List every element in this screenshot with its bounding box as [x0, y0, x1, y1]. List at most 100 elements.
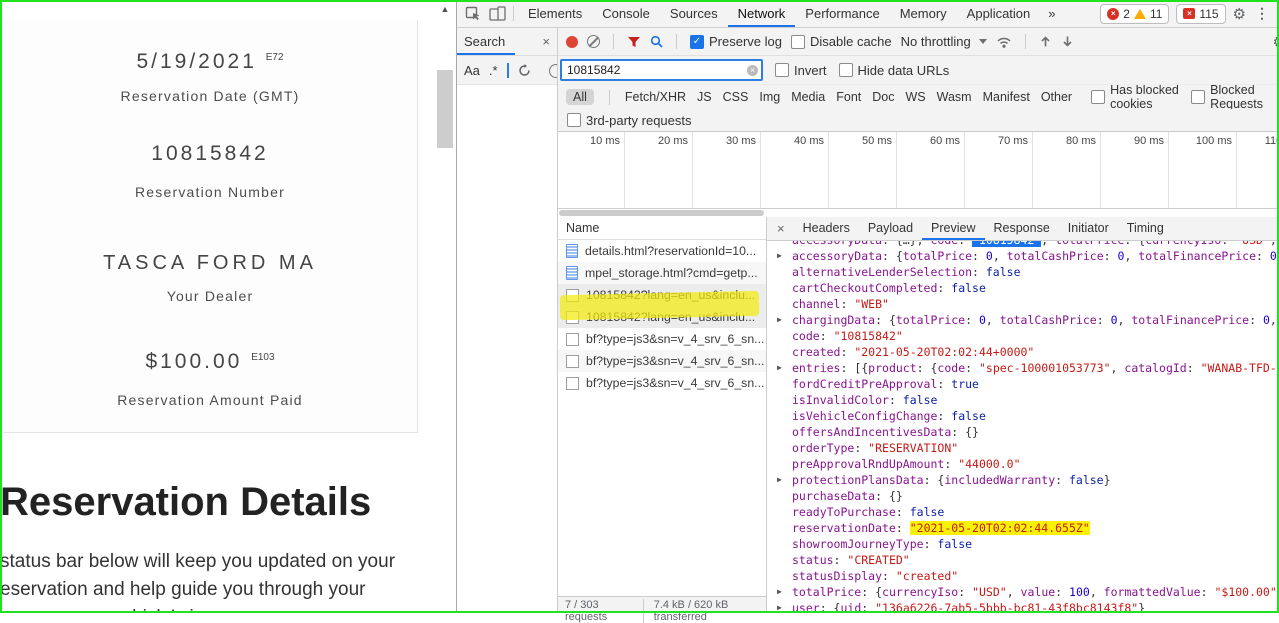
checkbox-unchecked-icon [839, 63, 853, 77]
tab-console[interactable]: Console [592, 0, 660, 27]
filter-type-ws[interactable]: WS [905, 90, 925, 104]
network-request-row[interactable]: details.html?reservationId=10... [558, 240, 766, 262]
network-request-row[interactable]: 10815842?lang=en_us&inclu... [558, 284, 766, 306]
json-property-line[interactable]: ▶totalPrice: {currencyIso: "USD", value:… [767, 584, 1279, 600]
request-list-pane: Name details.html?reservationId=10... mpe… [558, 217, 767, 613]
network-request-row[interactable]: mpel_storage.html?cmd=getp... [558, 262, 766, 284]
amount-paid-value: $100.00 E103 [3, 350, 417, 374]
expand-arrow-icon[interactable]: ▶ [777, 248, 782, 264]
hide-data-urls-checkbox[interactable]: Hide data URLs [839, 63, 950, 78]
search-pane-toolbar: Aa .* [457, 56, 557, 85]
import-har-icon[interactable] [1039, 35, 1052, 48]
expand-arrow-icon[interactable]: ▶ [777, 472, 782, 488]
json-property-line: code: "10815842" [767, 328, 1279, 344]
close-detail-icon[interactable]: × [767, 221, 794, 236]
preserve-log-checkbox[interactable]: ✓ Preserve log [690, 34, 782, 49]
has-blocked-cookies-checkbox[interactable]: Has blocked cookies [1091, 85, 1180, 109]
match-case-button[interactable]: Aa [464, 63, 480, 78]
tab-performance[interactable]: Performance [795, 0, 889, 27]
tab-sources[interactable]: Sources [660, 0, 728, 27]
json-property-line[interactable]: ▶accessoryData: {totalPrice: 0, totalCas… [767, 248, 1279, 264]
scrollbar-up-arrow-icon[interactable]: ▲ [434, 4, 456, 14]
kebab-menu-icon[interactable]: ⋮ [1253, 5, 1271, 22]
tab-elements[interactable]: Elements [518, 0, 592, 27]
search-pane-close-icon[interactable]: × [542, 34, 550, 49]
json-property-line: channel: "WEB" [767, 296, 1279, 312]
device-toolbar-icon[interactable] [485, 2, 509, 26]
throttling-select[interactable]: No throttling [901, 34, 987, 49]
scrollbar-thumb[interactable] [437, 70, 453, 148]
clear-network-log-icon[interactable] [587, 35, 600, 48]
file-icon [566, 333, 579, 346]
search-input-caret[interactable] [507, 63, 509, 78]
filter-type-media[interactable]: Media [791, 90, 825, 104]
json-property-line[interactable]: ▶entries: [{product: {code: "spec-100001… [767, 360, 1279, 376]
preview-json-tree: accessoryData: {…}, code: "10815842", to… [767, 241, 1279, 613]
filter-type-wasm[interactable]: Wasm [937, 90, 972, 104]
blocked-requests-checkbox[interactable]: Blocked Requests [1191, 85, 1271, 109]
json-property-line[interactable]: ▶chargingData: {totalPrice: 0, totalCash… [767, 312, 1279, 328]
intro-paragraph: status bar below will keep you updated o… [0, 548, 434, 613]
detail-tab-response[interactable]: Response [985, 217, 1059, 240]
transferred-size: 7.4 kB / 620 kB transferred [643, 599, 766, 623]
filter-type-css[interactable]: CSS [723, 90, 749, 104]
preserve-log-label: Preserve log [709, 34, 782, 49]
search-refresh-icon[interactable] [518, 64, 531, 77]
filter-type-doc[interactable]: Doc [872, 90, 894, 104]
json-property-line[interactable]: ▶user: {uid: "136a6226-7ab5-5bbb-bc81-43… [767, 600, 1279, 613]
network-conditions-icon[interactable] [996, 35, 1012, 49]
filter-type-other[interactable]: Other [1041, 90, 1072, 104]
json-property-line: preApprovalRndUpAmount: "44000.0" [767, 456, 1279, 472]
detail-tab-timing[interactable]: Timing [1118, 217, 1173, 240]
search-pane-title[interactable]: Search [464, 34, 505, 49]
network-request-row[interactable]: bf?type=js3&sn=v_4_srv_6_sn... [558, 350, 766, 372]
export-har-icon[interactable] [1061, 35, 1074, 48]
request-name: details.html?reservationId=10... [585, 244, 756, 258]
timeline-overview[interactable]: 10 ms20 ms30 ms40 ms50 ms60 ms70 ms80 ms… [558, 132, 1279, 209]
filter-type-img[interactable]: Img [759, 90, 780, 104]
json-property-line[interactable]: ▶protectionPlansData: {includedWarranty:… [767, 472, 1279, 488]
tab-memory[interactable]: Memory [890, 0, 957, 27]
issues-badge[interactable]: × 115 [1176, 4, 1225, 24]
settings-gear-icon[interactable]: ⚙ [1233, 5, 1246, 23]
third-party-row: 3rd-party requests [558, 109, 1279, 132]
filter-input[interactable]: 10815842 × [560, 59, 763, 81]
overview-scrollbar-thumb[interactable] [559, 210, 764, 216]
filter-type-all[interactable]: All [566, 89, 594, 105]
console-errors-warnings-badge[interactable]: × 2 11 [1100, 4, 1169, 24]
filter-type-manifest[interactable]: Manifest [983, 90, 1030, 104]
timeline-tick: 50 ms [829, 132, 897, 208]
third-party-checkbox[interactable]: 3rd-party requests [567, 113, 692, 128]
detail-tab-payload[interactable]: Payload [859, 217, 922, 240]
detail-tab-initiator[interactable]: Initiator [1059, 217, 1118, 240]
disable-cache-checkbox[interactable]: Disable cache [791, 34, 892, 49]
search-magnifier-icon[interactable] [650, 35, 663, 48]
filter-type-font[interactable]: Font [836, 90, 861, 104]
filter-type-fetch-xhr[interactable]: Fetch/XHR [625, 90, 686, 104]
filter-funnel-icon[interactable] [627, 36, 641, 48]
page-scrollbar[interactable]: ▲ [434, 0, 456, 613]
tab-network[interactable]: Network [728, 0, 796, 27]
network-request-row[interactable]: 10815842?lang=en_us&inclu... [558, 306, 766, 328]
expand-arrow-icon[interactable]: ▶ [777, 584, 782, 600]
third-party-label: 3rd-party requests [586, 113, 692, 128]
detail-tab-preview[interactable]: Preview [922, 217, 984, 240]
tab-application[interactable]: Application [957, 0, 1041, 27]
regex-button[interactable]: .* [489, 63, 498, 78]
filter-type-js[interactable]: JS [697, 90, 712, 104]
search-results-area[interactable] [457, 85, 557, 613]
more-tabs-button[interactable]: » [1040, 6, 1063, 21]
timeline-tick: 110 ms [1237, 132, 1279, 208]
inspect-element-icon[interactable] [461, 2, 485, 26]
expand-arrow-icon[interactable]: ▶ [777, 600, 782, 613]
network-request-row[interactable]: bf?type=js3&sn=v_4_srv_6_sn... [558, 372, 766, 394]
name-column-header[interactable]: Name [558, 217, 766, 240]
network-request-row[interactable]: bf?type=js3&sn=v_4_srv_6_sn... [558, 328, 766, 350]
record-button[interactable] [566, 36, 578, 48]
expand-arrow-icon[interactable]: ▶ [777, 360, 782, 376]
expand-arrow-icon[interactable]: ▶ [777, 312, 782, 328]
json-property-line: fordCreditPreApproval: true [767, 376, 1279, 392]
detail-tab-headers[interactable]: Headers [794, 217, 859, 240]
invert-checkbox[interactable]: Invert [775, 63, 827, 78]
clear-filter-icon[interactable]: × [747, 65, 758, 76]
